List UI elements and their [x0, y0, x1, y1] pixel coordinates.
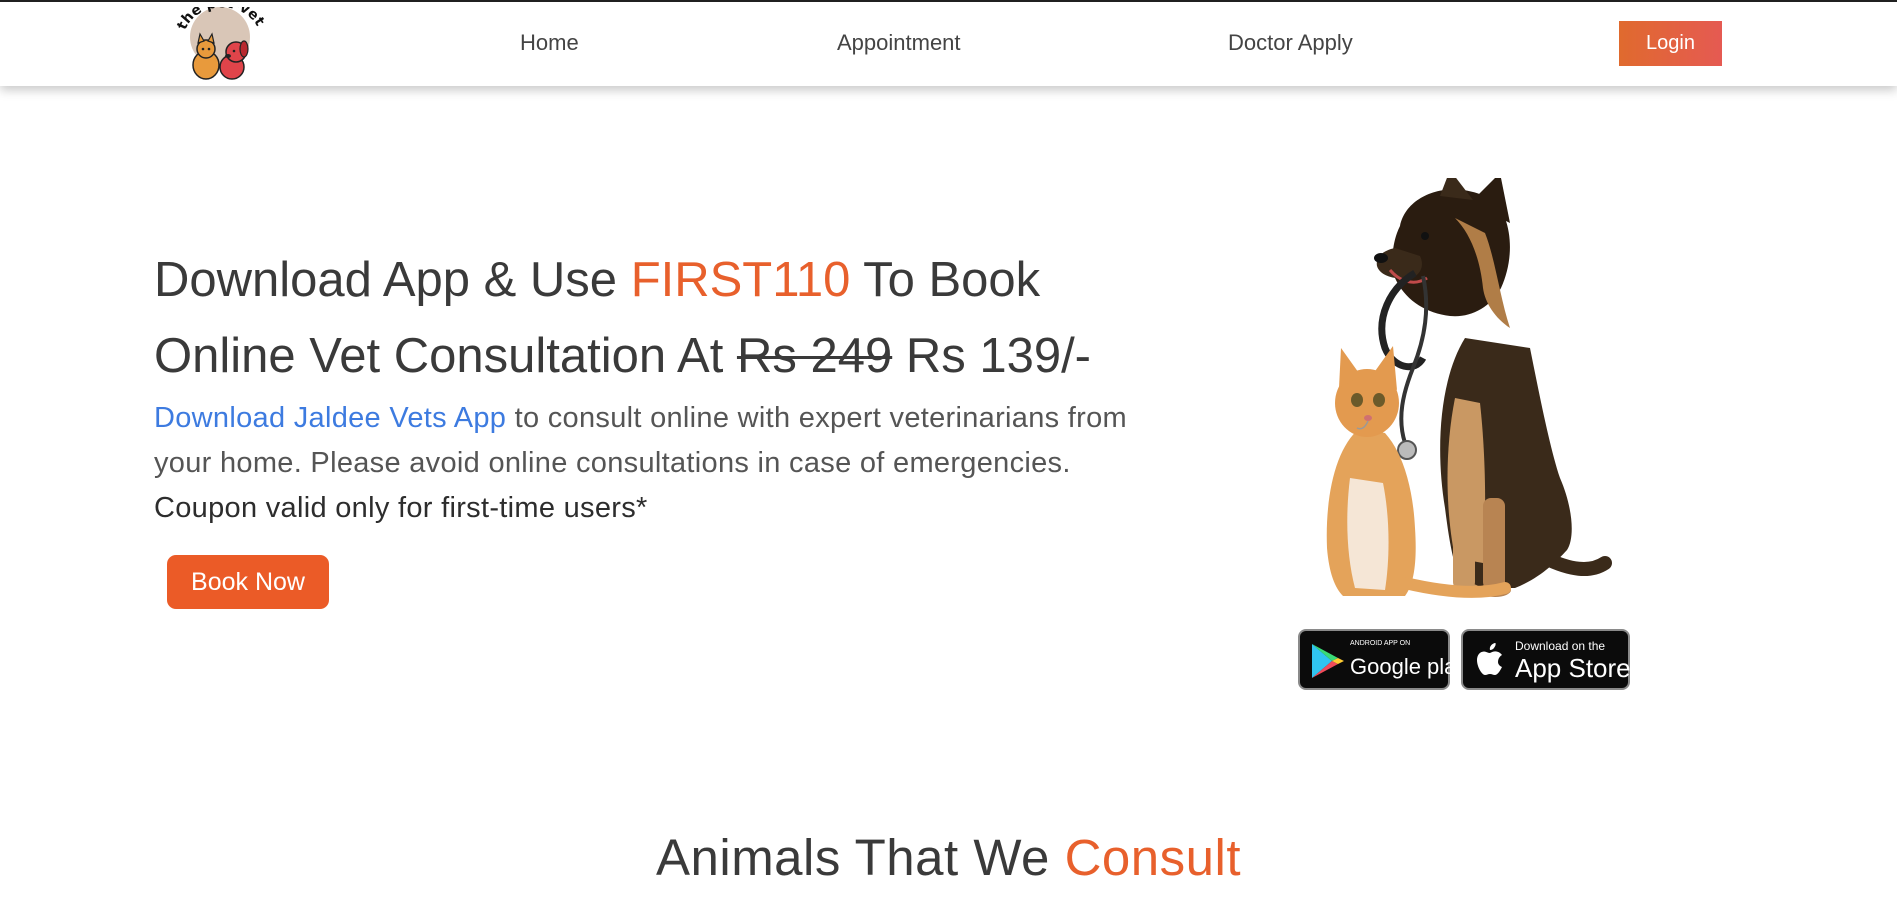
play-store-icon	[1312, 644, 1344, 678]
section-title-main: Animals That We	[655, 829, 1065, 886]
hero-heading: Download App & Use FIRST110 To Book Onli…	[154, 242, 1154, 394]
section-title-highlight: Consult	[1064, 829, 1242, 886]
new-price: Rs 139/-	[892, 329, 1092, 383]
hero-description: Download Jaldee Vets App to consult onli…	[154, 396, 1154, 531]
old-price: Rs 249	[736, 329, 893, 383]
download-app-link[interactable]: Download Jaldee Vets App	[154, 402, 506, 434]
apple-icon	[1477, 643, 1502, 675]
app-store-badge[interactable]: Download on the App Store	[1461, 629, 1631, 690]
login-button[interactable]: Login	[1619, 21, 1722, 66]
section-title: Animals That We Consult	[0, 828, 1897, 887]
nav-appointment[interactable]: Appointment	[837, 30, 961, 56]
google-play-badge[interactable]: ANDROID APP ON Google play	[1298, 629, 1467, 690]
coupon-note: Coupon valid only for first-time users*	[154, 492, 648, 524]
pets-hero-image	[1326, 178, 1612, 598]
navbar: the pet-vet Home Appointment Doctor Appl…	[0, 2, 1897, 86]
heading-part1: Download App & Use	[154, 253, 631, 307]
nav-home[interactable]: Home	[520, 30, 579, 56]
book-now-button[interactable]: Book Now	[167, 555, 329, 609]
coupon-code: FIRST110	[630, 253, 851, 307]
google-play-caption: ANDROID APP ON	[1350, 640, 1411, 647]
nav-doctor-apply[interactable]: Doctor Apply	[1228, 30, 1353, 56]
app-store-caption: Download on the	[1515, 639, 1606, 653]
app-store-label: App Store	[1515, 653, 1631, 683]
google-play-label: Google play	[1350, 654, 1468, 679]
site-logo[interactable]: the pet-vet	[174, 7, 270, 85]
